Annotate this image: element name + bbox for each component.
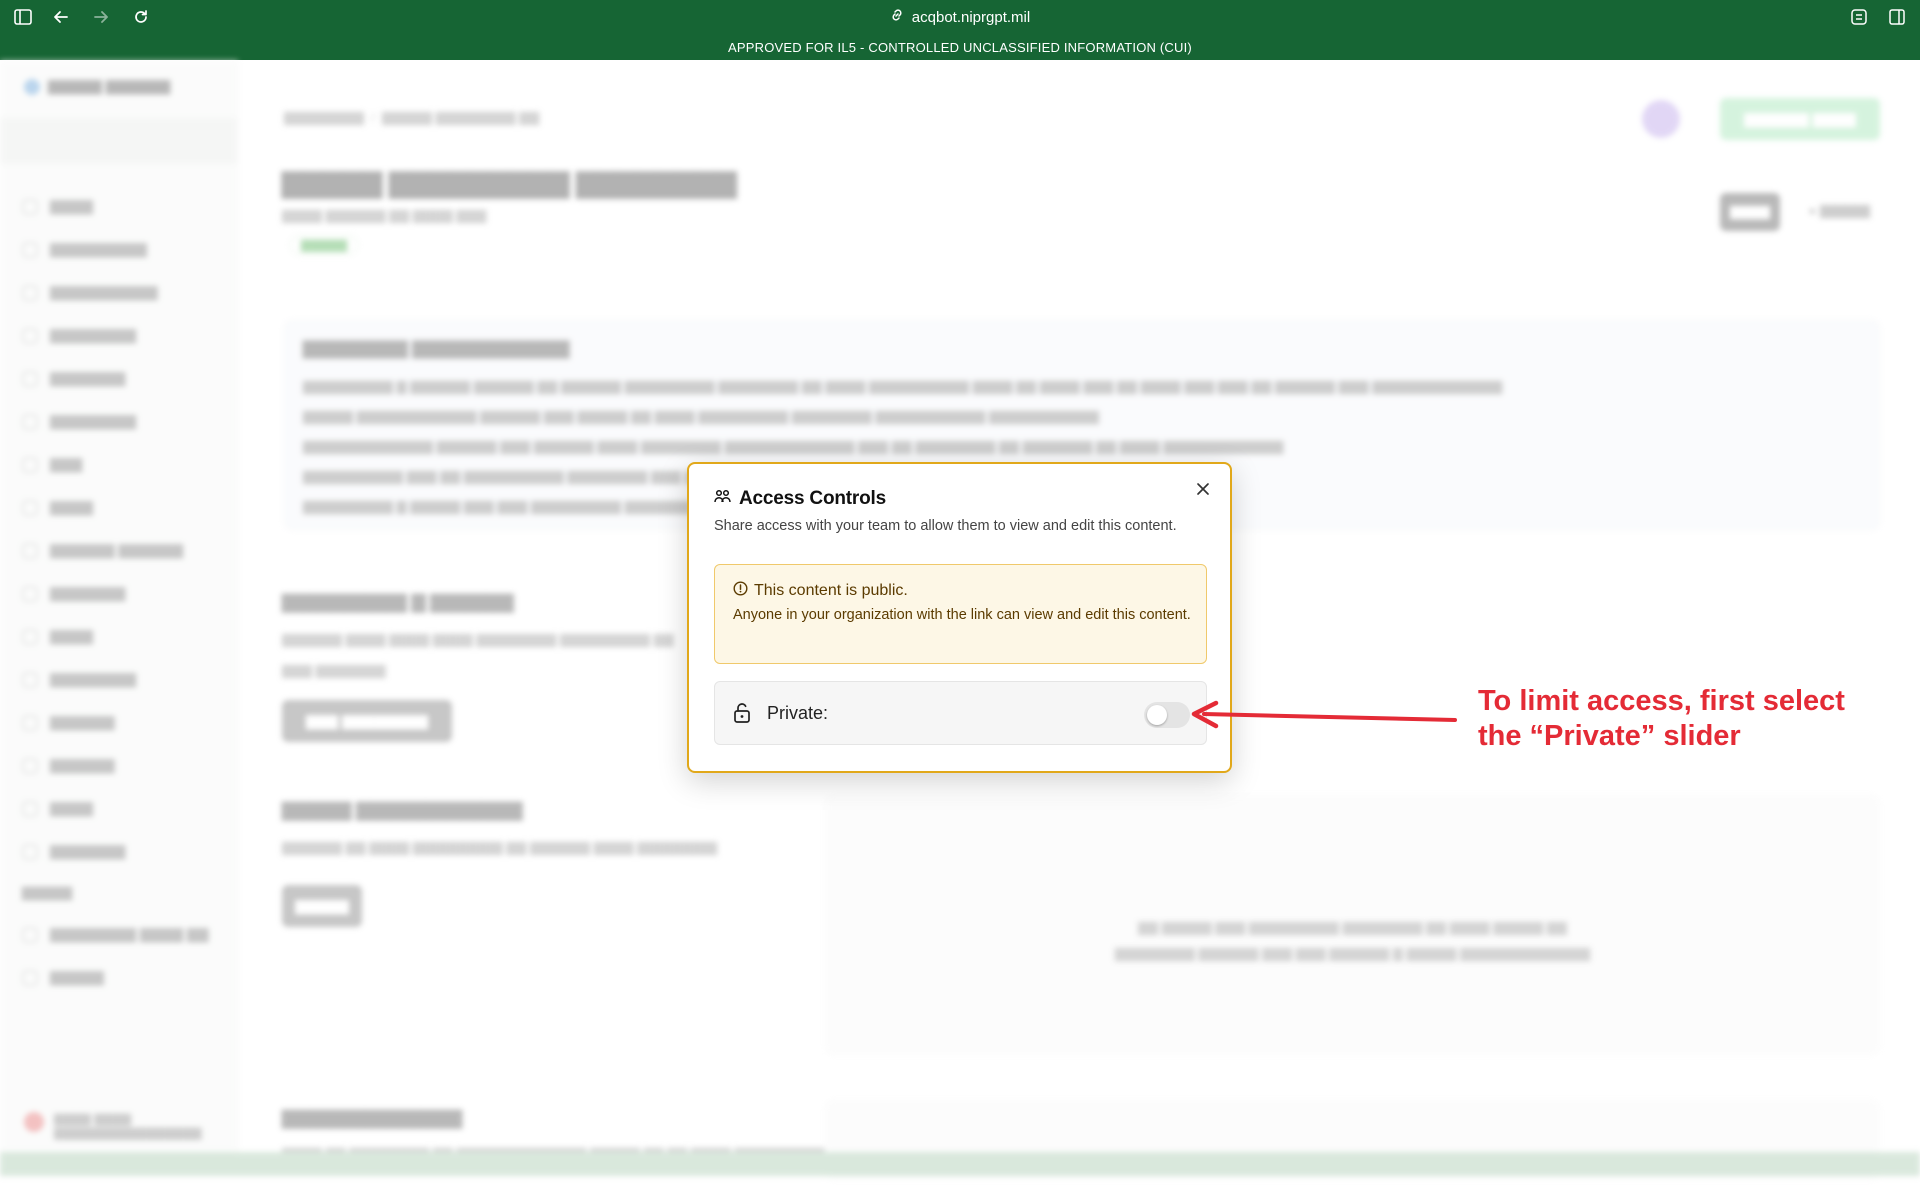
cui-banner: APPROVED FOR IL5 - CONTROLLED UNCLASSIFI… [0,35,1920,60]
browser-toolbar: acqbot.niprgpt.mil [0,0,1920,35]
address-bar[interactable]: acqbot.niprgpt.mil [912,9,1030,26]
access-controls-modal: Access Controls Share access with your t… [687,462,1232,773]
alert-text: Anyone in your organization with the lin… [733,607,1191,623]
close-icon[interactable] [1196,482,1210,501]
unlock-icon [733,702,751,729]
extensions-icon[interactable] [1850,8,1868,26]
alert-title: This content is public. [754,582,908,599]
annotation-line-1: To limit access, first select [1478,685,1845,717]
close-button[interactable] [1192,480,1214,502]
private-toggle[interactable] [1144,702,1190,728]
users-icon [714,489,731,510]
modal-header: Access Controls [714,488,886,510]
split-view-icon[interactable] [1888,8,1906,26]
private-setting-row: Private: [714,681,1207,745]
annotation-arrow [1191,700,1457,729]
private-label: Private: [767,703,829,723]
modal-description: Share access with your team to allow the… [714,518,1177,534]
link-icon [890,8,904,26]
annotation-text: To limit access, first select the “Priva… [1478,684,1898,754]
toggle-knob [1147,705,1167,725]
alert-circle-icon [733,581,748,601]
public-warning-alert: This content is public. Anyone in your o… [714,564,1207,664]
annotation-line-2: the “Private” slider [1478,720,1741,752]
modal-title: Access Controls [739,488,886,509]
